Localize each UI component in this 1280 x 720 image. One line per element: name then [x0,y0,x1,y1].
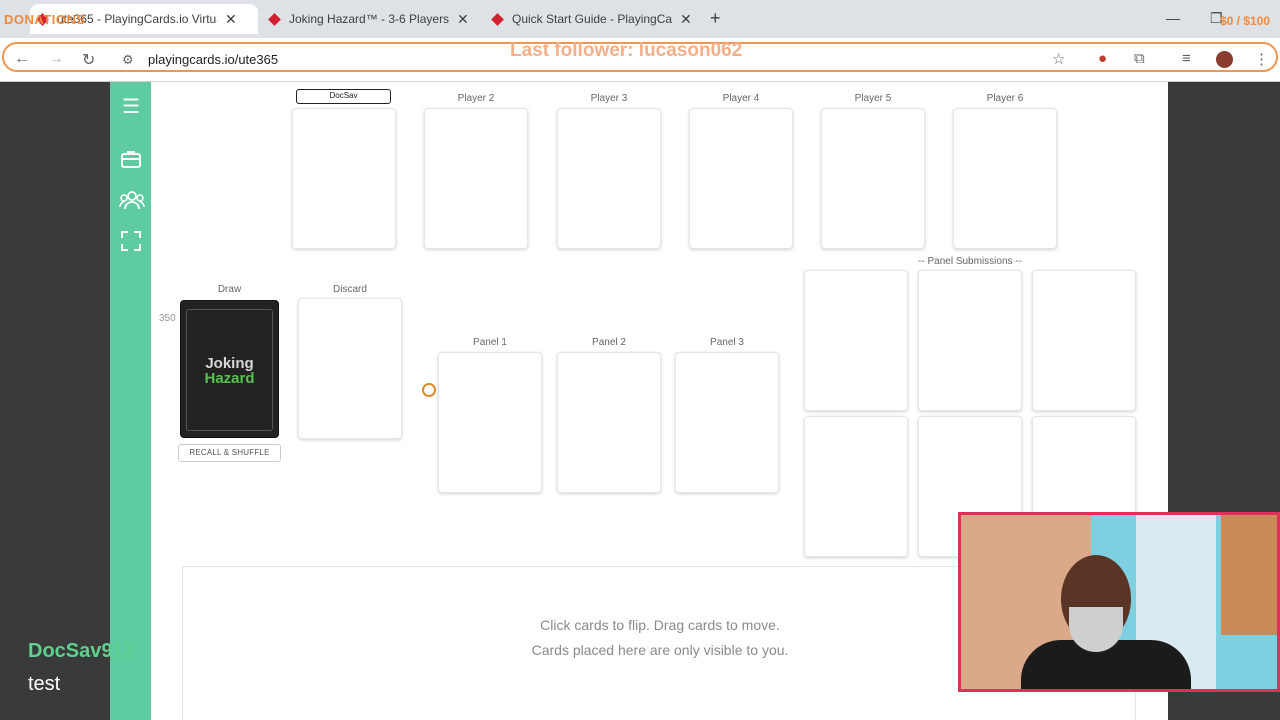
profile-avatar[interactable] [1216,51,1233,68]
bookmark-star-icon[interactable]: ☆ [1052,50,1065,68]
player-6-label: Player 6 [986,93,1024,104]
draw-label: Draw [217,284,242,295]
webcam-window [1221,515,1277,635]
last-follower-overlay: Last follower: lucason062 [510,40,743,61]
site-settings-icon[interactable]: ⚙ [122,52,134,68]
chat-message: test [28,673,61,695]
player-5-label: Player 5 [854,93,892,104]
players-icon[interactable] [119,188,145,212]
discard-label: Discard [333,284,367,295]
player-2-label: Player 2 [457,93,495,104]
menu-icon[interactable]: ☰ [119,95,143,119]
back-icon[interactable]: ← [14,50,30,68]
close-tab-icon[interactable]: ✕ [680,11,692,28]
panel-3-slot[interactable] [675,352,779,493]
recall-shuffle-button[interactable]: RECALL & SHUFFLE [178,444,281,462]
address-bar: ← → ↻ ⚙ playingcards.io/ute365 Last foll… [0,38,1280,82]
player-2-card-slot[interactable] [424,108,528,249]
playingcards-favicon-icon [268,12,281,26]
player-name-input[interactable]: DocSav [296,89,391,104]
panel-2-label: Panel 2 [592,337,626,348]
webcam-overlay [958,512,1280,692]
submission-slot[interactable] [804,270,908,411]
submission-slot[interactable] [918,270,1022,411]
minimize-icon[interactable]: — [1166,10,1180,26]
deck-count: 350 [159,313,176,324]
panel-3-label: Panel 3 [710,337,744,348]
playingcards-favicon-icon [491,12,504,26]
url-field[interactable]: playingcards.io/ute365 [148,52,278,67]
left-toolbar: ☰ [110,82,151,720]
tab-quick-start[interactable]: Quick Start Guide - PlayingCard ✕ [485,4,705,34]
new-tab-icon[interactable]: + [710,8,721,29]
tab-joking-hazard[interactable]: Joking Hazard™ - 3-6 Players - F ✕ [262,4,482,34]
extensions-puzzle-icon[interactable]: ⧉ [1134,50,1145,67]
browser-menu-icon[interactable]: ⋮ [1254,50,1269,68]
discard-pile[interactable] [298,298,402,439]
cursor-indicator [422,383,436,397]
fullscreen-icon[interactable] [119,230,143,254]
extension-icon[interactable]: ● [1098,50,1107,67]
player-4-card-slot[interactable] [689,108,793,249]
close-tab-icon[interactable]: ✕ [457,11,469,28]
player-4-label: Player 4 [722,93,760,104]
player-3-label: Player 3 [590,93,628,104]
briefcase-icon[interactable] [119,147,143,171]
media-control-icon[interactable]: ≡ [1182,50,1191,67]
forward-icon[interactable]: → [48,50,64,68]
donation-overlay: DONATIONS [4,12,86,27]
tab-bar: ute365 - PlayingCards.io Virtual ✕ Jokin… [0,0,1280,38]
draw-deck[interactable]: Joking Hazard [180,300,279,438]
reload-icon[interactable]: ↻ [82,50,95,70]
submission-slot[interactable] [1032,270,1136,411]
chat-username: DocSav912 [28,640,135,662]
donation-goal-overlay: $0 / $100 [1219,14,1270,28]
tab-label: Quick Start Guide - PlayingCard [512,12,672,26]
panel-2-slot[interactable] [557,352,661,493]
panel-1-slot[interactable] [438,352,542,493]
tab-label: Joking Hazard™ - 3-6 Players - F [289,12,449,26]
panel-submissions-label: -- Panel Submissions -- [918,256,1022,267]
deck-logo-hazard: Hazard [204,370,255,387]
close-tab-icon[interactable]: ✕ [225,11,237,28]
player-6-card-slot[interactable] [953,108,1057,249]
player-5-card-slot[interactable] [821,108,925,249]
player-3-card-slot[interactable] [557,108,661,249]
panel-1-label: Panel 1 [473,337,507,348]
submission-slot[interactable] [804,416,908,557]
player-1-card-slot[interactable] [292,108,396,249]
